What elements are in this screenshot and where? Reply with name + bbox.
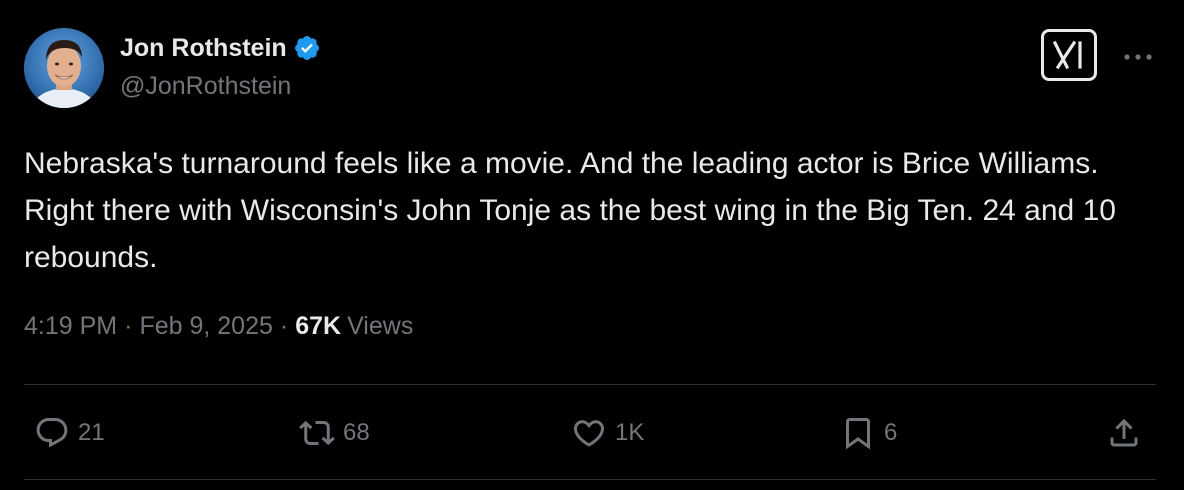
share-icon bbox=[1110, 418, 1138, 447]
divider bbox=[24, 384, 1156, 385]
repost-button[interactable]: 68 bbox=[299, 405, 370, 461]
bookmark-button[interactable]: 6 bbox=[840, 405, 897, 461]
divider bbox=[24, 479, 1156, 480]
views-count[interactable]: 67K bbox=[295, 312, 341, 341]
meta-separator: · bbox=[124, 312, 133, 340]
reply-icon bbox=[36, 418, 68, 448]
grok-button[interactable] bbox=[1041, 29, 1097, 81]
author-handle[interactable]: @JonRothstein bbox=[120, 72, 291, 101]
heart-icon bbox=[573, 420, 605, 447]
reply-count: 21 bbox=[78, 419, 105, 446]
more-dots-icon bbox=[1124, 54, 1152, 60]
bookmark-count: 6 bbox=[884, 419, 898, 446]
repost-count: 68 bbox=[343, 419, 370, 446]
like-button[interactable]: 1K bbox=[571, 405, 644, 461]
reply-button[interactable]: 21 bbox=[34, 405, 105, 461]
tweet-text: Nebraska's turnaround feels like a movie… bbox=[24, 147, 1116, 274]
meta-separator: · bbox=[279, 312, 289, 340]
author-display-name[interactable]: Jon Rothstein bbox=[120, 34, 287, 63]
tweet-card: Jon Rothstein @JonRothstein Nebraska's t… bbox=[0, 0, 1184, 490]
verified-badge-icon[interactable] bbox=[293, 34, 321, 62]
repost-icon bbox=[299, 420, 335, 446]
tweet-meta: 4:19 PM · Feb 9, 2025 · 67K Views bbox=[24, 312, 413, 341]
author-name-row: Jon Rothstein bbox=[120, 32, 321, 64]
profile-photo bbox=[24, 28, 104, 108]
bookmark-icon bbox=[846, 418, 870, 450]
share-button[interactable] bbox=[1106, 405, 1142, 461]
action-bar: 21 68 1K 6 bbox=[0, 405, 1184, 461]
tweet-time[interactable]: 4:19 PM bbox=[24, 312, 117, 341]
like-count: 1K bbox=[615, 419, 645, 446]
tweet-date[interactable]: Feb 9, 2025 bbox=[139, 312, 272, 341]
grok-icon bbox=[1052, 40, 1082, 70]
views-label[interactable]: Views bbox=[347, 312, 413, 341]
avatar[interactable] bbox=[24, 28, 104, 108]
more-button[interactable] bbox=[1120, 42, 1156, 72]
